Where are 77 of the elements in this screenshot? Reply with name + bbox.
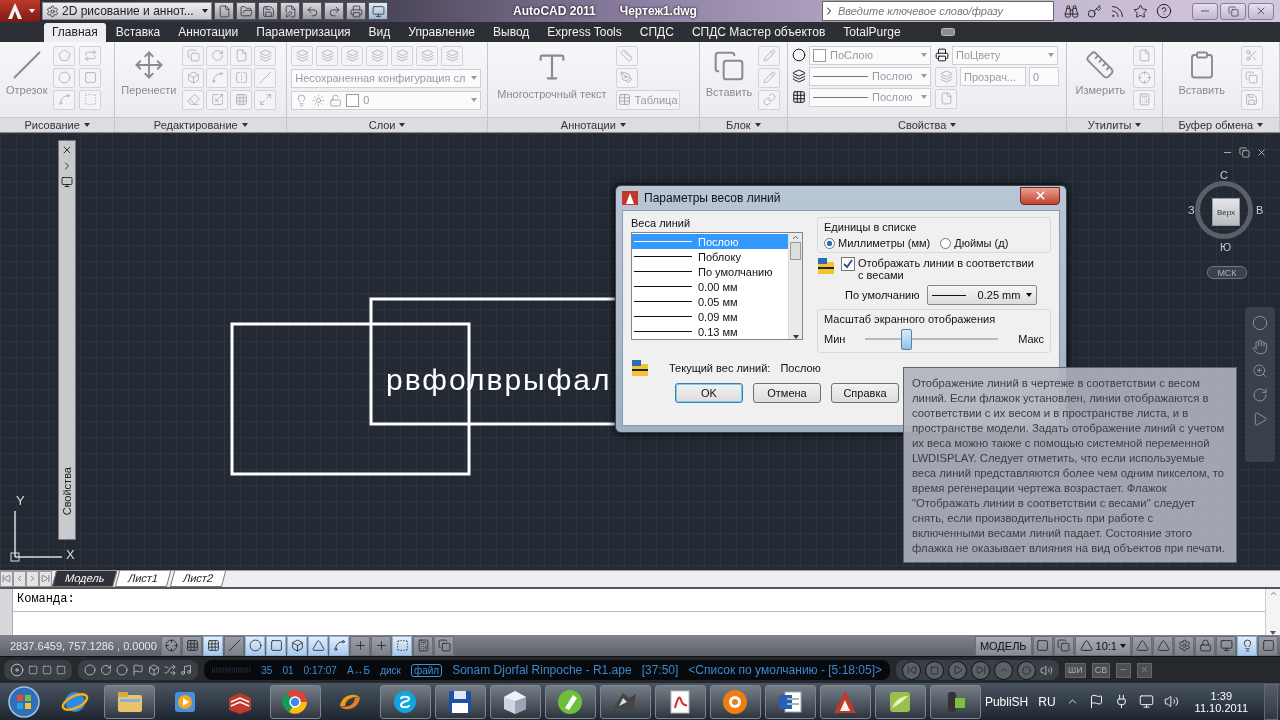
list-item[interactable]: Поблоку — [632, 249, 788, 265]
file-badge: файл — [410, 663, 443, 677]
command-history: Команда: — [13, 588, 1265, 612]
compass-label: Ю — [1220, 241, 1232, 254]
language-indicator[interactable]: RU — [1038, 694, 1056, 709]
default-weight-dropdown[interactable]: 0.25 mm — [927, 285, 1038, 306]
ribbon-tab[interactable]: Аннотации — [170, 22, 247, 42]
compass-label: В — [1256, 204, 1264, 217]
panel-title[interactable]: Рисование — [0, 117, 115, 133]
viewcube-face[interactable]: Верх — [1212, 198, 1240, 227]
layout-tab[interactable]: Лист1 — [115, 571, 172, 587]
ribbon-tab[interactable]: СПДС — [631, 22, 682, 42]
help-tooltip: Отображение линий в чертеже в соответствии с весом линий. Если флажок установлен, линии отображаются в соответствии с их весом и в пространстве листа, и в пространстве модели. Задать отображение линий с учетом их веса можно также с помощью системной переменной LWDISPLAY. Следует отметить, что если используемые веса линий представляются более чем одним пикселом, то время регенерации чертежа возрастает. Флажок "Отображать линии в соответствии с весами" следует снять, если производительность при работе с включенными весами линий падает. Состояние этого флажка не оказывает влияния на вид объектов при печати. — [903, 367, 1237, 564]
layout-tab[interactable]: Модель — [51, 571, 118, 587]
ribbon-tab[interactable]: Вид — [360, 22, 399, 42]
coordinates: 2837.6459, 757.1286 , 0.0000 — [9, 639, 158, 652]
panel-title[interactable]: Слои — [287, 117, 487, 133]
panel-title[interactable]: Блок — [699, 117, 788, 133]
playlist-title: <Список по умолчанию - [5:18:05]> — [688, 663, 882, 678]
group-label: Масштаб экранного отображения — [824, 313, 997, 326]
panel-title[interactable]: Буфер обмена — [1162, 117, 1279, 133]
layout-tab[interactable]: Лист2 — [169, 571, 226, 587]
slider-max-label: Макс — [1018, 333, 1044, 346]
scale-dropdown[interactable]: 10:1 — [1074, 635, 1131, 656]
panel-title[interactable]: Утилиты — [1067, 117, 1162, 133]
dialog-button[interactable]: Отмена — [753, 383, 821, 404]
app-title: AutoCAD 2011 — [513, 4, 596, 18]
ribbon-tab[interactable]: Управление — [400, 22, 483, 42]
track-number: 35 — [261, 664, 273, 676]
ribbon-tab[interactable]: Вывод — [485, 22, 538, 42]
panel-title[interactable]: Редактирование — [115, 117, 287, 133]
panel-title[interactable]: Свойства — [788, 117, 1067, 133]
current-value: Послою — [780, 362, 821, 375]
ucs-menu-button[interactable]: МСК — [1207, 266, 1247, 280]
lineweight-list[interactable]: Послою Поблоку По умолчанию 0.00 мм 0.05 мм 0.09 мм 0.13 мм — [631, 232, 803, 341]
list-label: Веса линий — [631, 217, 692, 230]
list-item[interactable]: 0.05 мм — [632, 294, 788, 310]
ribbon-tab[interactable]: Параметризация — [248, 22, 359, 42]
compass-label: З — [1188, 204, 1195, 217]
current-label: Текущий вес линий: — [669, 362, 771, 375]
axis-label: X — [66, 547, 75, 563]
palette-title: Свойства — [61, 466, 73, 515]
player-mode-button[interactable]: ШИ — [1065, 662, 1086, 678]
clock[interactable]: 1:39 11.10.2011 — [1188, 689, 1255, 714]
ribbon-tab[interactable]: Express Tools — [539, 22, 630, 42]
dialog-button[interactable]: OK — [675, 383, 743, 404]
axis-label: Y — [16, 493, 25, 509]
player-mode-button[interactable]: СВ — [1091, 662, 1111, 678]
workspace-dropdown[interactable]: 2D рисование и аннот... — [42, 2, 212, 20]
ab-repeat: А↔Б — [346, 664, 371, 676]
search-field[interactable]: Введите ключевое слово/фразу — [822, 1, 1054, 21]
ribbon-tab[interactable]: TotalPurge — [835, 22, 909, 42]
list-item[interactable]: 0.09 мм — [632, 309, 788, 325]
panel-title[interactable]: Аннотации — [487, 117, 699, 133]
source-label: диск — [380, 664, 401, 676]
list-item[interactable]: По умолчанию — [632, 264, 788, 280]
radio-option[interactable]: Дюймы (д) — [940, 237, 1009, 250]
elapsed-time: 0:17:07 — [303, 664, 337, 676]
radio-option[interactable]: Миллиметры (мм) — [824, 237, 931, 250]
display-checkbox[interactable]: Отображать линии в соответствии с весами — [841, 257, 1038, 282]
ribbon-tab[interactable]: СПДС Мастер объектов — [683, 22, 834, 42]
file-title: Чертеж1.dwg — [619, 4, 697, 18]
toolbar-label[interactable]: PubliSH — [984, 694, 1029, 709]
disc-number: 01 — [282, 664, 294, 676]
compass-label: С — [1220, 169, 1228, 182]
list-item[interactable]: 0.13 мм — [632, 324, 788, 340]
field-label: По умолчанию — [845, 289, 920, 302]
space-button[interactable]: МОДЕЛЬ — [974, 635, 1032, 656]
track-title: Sonam Djorfal Rinpoche - R1.ape — [452, 663, 632, 678]
track-duration: [37:50] — [641, 663, 679, 678]
ribbon-tab[interactable]: Главная — [44, 22, 106, 42]
slider-min-label: Мин — [824, 333, 846, 346]
ribbon-tab[interactable]: Вставка — [107, 22, 169, 42]
dialog-button[interactable]: Справка — [831, 383, 899, 404]
dialog-title: Параметры весов линий — [644, 191, 782, 206]
list-item[interactable]: 0.00 мм — [632, 279, 788, 295]
group-label: Единицы в списке — [824, 221, 918, 234]
